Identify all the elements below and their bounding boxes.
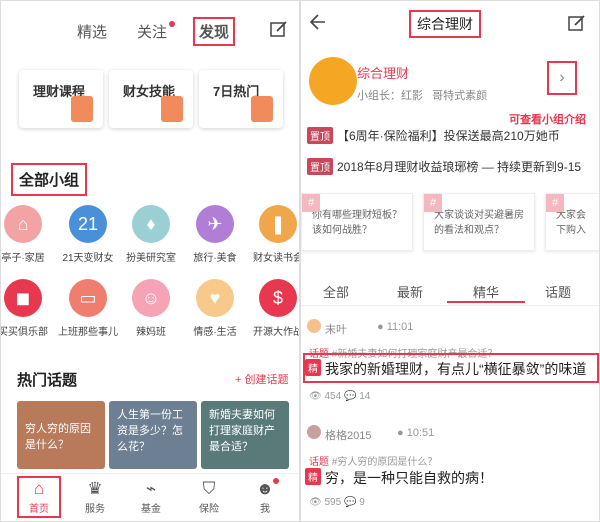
group-item[interactable]: $ 开源大作战: [248, 279, 299, 338]
post-title[interactable]: 精穷，是一种只能自救的病！: [305, 468, 493, 488]
tab-underline: [447, 301, 525, 303]
notification-dot: [169, 21, 175, 27]
group-item[interactable]: ◼ 买买俱乐部: [1, 279, 53, 338]
book-icon: [71, 96, 93, 122]
post-user: 末叶: [325, 324, 347, 336]
create-topic-link[interactable]: + 创建话题: [235, 371, 288, 387]
post-title[interactable]: 精我家的新婚理财，有点儿“横征暴敛”的味道: [305, 359, 586, 379]
tab-topics[interactable]: 话题: [545, 282, 571, 301]
avatar: [307, 425, 321, 439]
top-tabs: 精选 关注 发现: [1, 1, 299, 61]
group-screen: 综合理财 综合理财 小组长：红影 哥特式素颜 › 可查看小组介绍 置顶 【6周年·…: [300, 0, 600, 522]
avatar: [307, 319, 321, 333]
post-stats: 👁 454 💬 14: [309, 391, 371, 402]
post-topic[interactable]: 话题 #穷人穷的原因是什么？: [309, 453, 437, 468]
nav-insurance[interactable]: ⛉ 保险: [187, 478, 231, 515]
home-icon: ⌂: [33, 479, 45, 498]
tab-follow[interactable]: 关注: [137, 21, 167, 42]
group-avatar: [309, 57, 357, 105]
back-arrow-icon[interactable]: [309, 13, 327, 31]
annotation-text: 可查看小组介绍: [509, 114, 586, 126]
quick-card-skills[interactable]: 财女技能: [109, 70, 193, 128]
group-item[interactable]: 21 21天变财女: [58, 205, 118, 264]
group-item[interactable]: ♥ 情感·生活: [185, 279, 245, 338]
tab-featured[interactable]: 精选: [77, 21, 107, 42]
tab-all[interactable]: 全部: [323, 282, 349, 301]
post-stats: 👁 595 💬 9: [309, 497, 365, 508]
group-item[interactable]: ♦ 扮美研究室: [121, 205, 181, 264]
hot-topic-card[interactable]: 人生第一份工资是多少？怎么花？: [109, 401, 197, 469]
group-item[interactable]: ⌂ 亭子·家居: [1, 205, 53, 264]
pinned-post[interactable]: 置顶 【6周年·保险福利】投保送最高210万她币: [301, 127, 599, 144]
quick-card-courses[interactable]: 理财课程: [19, 70, 103, 128]
nav-fund[interactable]: ⌁ 基金: [129, 478, 173, 515]
page-title: 综合理财: [409, 10, 481, 38]
post-time-text: ● 10:51: [397, 427, 435, 439]
chart-icon: ⌁: [145, 479, 157, 498]
pinned-post[interactable]: 置顶 2018年8月理财收益琅琊榜 — 持续更新到9-15: [301, 158, 599, 175]
user-icon: ☻: [256, 479, 274, 498]
tab-discover[interactable]: 发现: [193, 17, 236, 46]
post-time-text: ● 11:01: [377, 321, 414, 333]
nav-me[interactable]: ☻ 我: [243, 478, 287, 515]
crown-icon: ♛: [87, 479, 103, 498]
group-leader: 小组长：红影 哥特式素颜: [357, 90, 488, 102]
group-item[interactable]: ✈ 旅行·美食: [185, 205, 245, 264]
edit-icon[interactable]: [567, 13, 587, 33]
book-icon: [161, 96, 183, 122]
hot-book-icon: [251, 96, 273, 122]
post-user: 格格2015: [325, 430, 372, 442]
group-name: 综合理财: [357, 66, 410, 81]
all-groups-title: 全部小组: [11, 163, 88, 196]
nav-home[interactable]: ⌂ 首页: [17, 476, 61, 518]
bottom-nav: ⌂ 首页 ♛ 服务 ⌁ 基金 ⛉ 保险 ☻ 我: [1, 473, 299, 521]
notification-dot: [273, 478, 279, 484]
edit-icon[interactable]: [269, 19, 289, 39]
tab-latest[interactable]: 最新: [397, 282, 423, 301]
discover-screen: 精选 关注 发现 理财课程 财女技能 7日热门 全部小组 ⌂ 亭子·家居 21 21…: [0, 0, 300, 522]
group-item[interactable]: ▭ 上班那些事儿: [58, 279, 118, 338]
hot-topics-title: 热门话题: [17, 372, 78, 389]
quick-card-hot[interactable]: 7日热门: [199, 70, 283, 128]
group-item[interactable]: ☺ 辣妈班: [121, 279, 181, 338]
topic-card[interactable]: # 大家会下购入: [545, 193, 599, 251]
hot-topic-card[interactable]: 新婚夫妻如何打理家庭财产最合适？: [201, 401, 289, 469]
nav-service[interactable]: ♛ 服务: [73, 478, 117, 515]
group-intro-arrow[interactable]: ›: [547, 61, 577, 95]
group-item[interactable]: ❚ 财女读书会: [248, 205, 299, 264]
divider: [301, 305, 599, 306]
tab-essence[interactable]: 精华: [473, 282, 499, 301]
shield-icon: ⛉: [202, 479, 216, 498]
hot-topic-card[interactable]: 穷人穷的原因是什么？: [17, 401, 105, 469]
topic-card[interactable]: # 你有哪些理财短板？该如何战胜？: [301, 193, 413, 251]
topic-card[interactable]: # 大家谈谈对买避暑房的看法和观点？: [423, 193, 535, 251]
